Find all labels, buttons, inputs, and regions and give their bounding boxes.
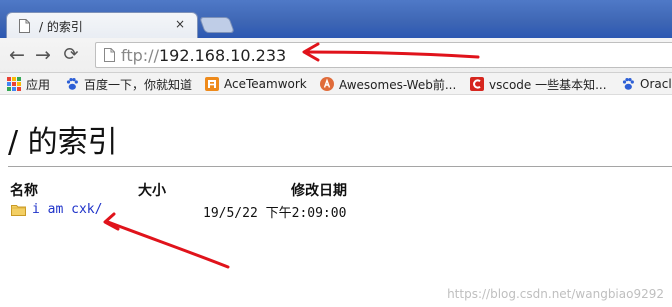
tab-title: / 的索引 (39, 20, 83, 34)
browser-titlebar: / 的索引 × (0, 0, 672, 38)
bookmark-vscode[interactable]: vscode 一些基本知... (470, 75, 607, 93)
page-content: / 的索引 名称 大小 修改日期 i am cxk/ 19/5/22 下午2:0… (0, 95, 672, 307)
new-tab-button[interactable] (199, 17, 235, 33)
awesomes-icon (320, 77, 334, 91)
bookmark-oracle[interactable]: Oracl (621, 75, 672, 93)
aceteamwork-icon (205, 77, 219, 91)
bookmark-label: Oracl (640, 77, 672, 91)
modified-date: 19/5/22 下午2:09:00 (203, 206, 347, 221)
bookmark-aceteamwork[interactable]: AceTeamwork (205, 75, 307, 93)
url-host: 192.168.10.233 (158, 46, 287, 65)
page-icon (19, 19, 30, 33)
bookmark-baidu[interactable]: 百度一下，你就知道 (65, 75, 192, 93)
table-row: i am cxk/ 19/5/22 下午2:09:00 (0, 201, 672, 221)
bookmark-apps[interactable]: 应用 (7, 75, 50, 93)
bookmark-label: AceTeamwork (224, 77, 307, 91)
bookmark-awesomes[interactable]: Awesomes-Web前... (320, 75, 456, 93)
close-tab-icon[interactable]: × (173, 17, 187, 31)
forward-arrow-icon[interactable]: → (32, 44, 54, 66)
bookmark-label: 百度一下，你就知道 (84, 77, 193, 92)
column-header-size[interactable]: 大小 (138, 180, 166, 200)
tab-active[interactable]: / 的索引 × (6, 12, 198, 38)
reload-icon[interactable]: ⟳ (60, 44, 82, 66)
bookmark-label: vscode 一些基本知... (489, 77, 607, 92)
column-header-modified[interactable]: 修改日期 (291, 180, 347, 200)
baidu-paw-icon (622, 78, 634, 90)
heading-divider (8, 166, 672, 167)
watermark: https://blog.csdn.net/wangbiao9292 (447, 287, 664, 301)
page-icon (104, 48, 115, 62)
csdn-icon (470, 77, 484, 91)
url-scheme: ftp:// (121, 46, 159, 65)
address-url[interactable]: ftp://192.168.10.233 (121, 46, 286, 65)
baidu-paw-icon (66, 78, 78, 90)
back-arrow-icon[interactable]: ← (6, 44, 28, 66)
bookmark-label: 应用 (26, 77, 51, 92)
address-bar[interactable]: ftp://192.168.10.233 (95, 42, 672, 68)
directory-link[interactable]: i am cxk/ (32, 202, 102, 217)
apps-grid-icon (7, 77, 21, 91)
bookmark-label: Awesomes-Web前... (339, 77, 457, 92)
folder-icon (11, 205, 26, 216)
browser-toolbar: ← → ⟳ ftp://192.168.10.233 (0, 38, 672, 73)
bookmarks-bar: 应用 百度一下，你就知道 AceTeamwork Awesomes-Web前..… (0, 73, 672, 95)
page-title: / 的索引 (8, 125, 118, 160)
column-header-name[interactable]: 名称 (10, 180, 38, 200)
